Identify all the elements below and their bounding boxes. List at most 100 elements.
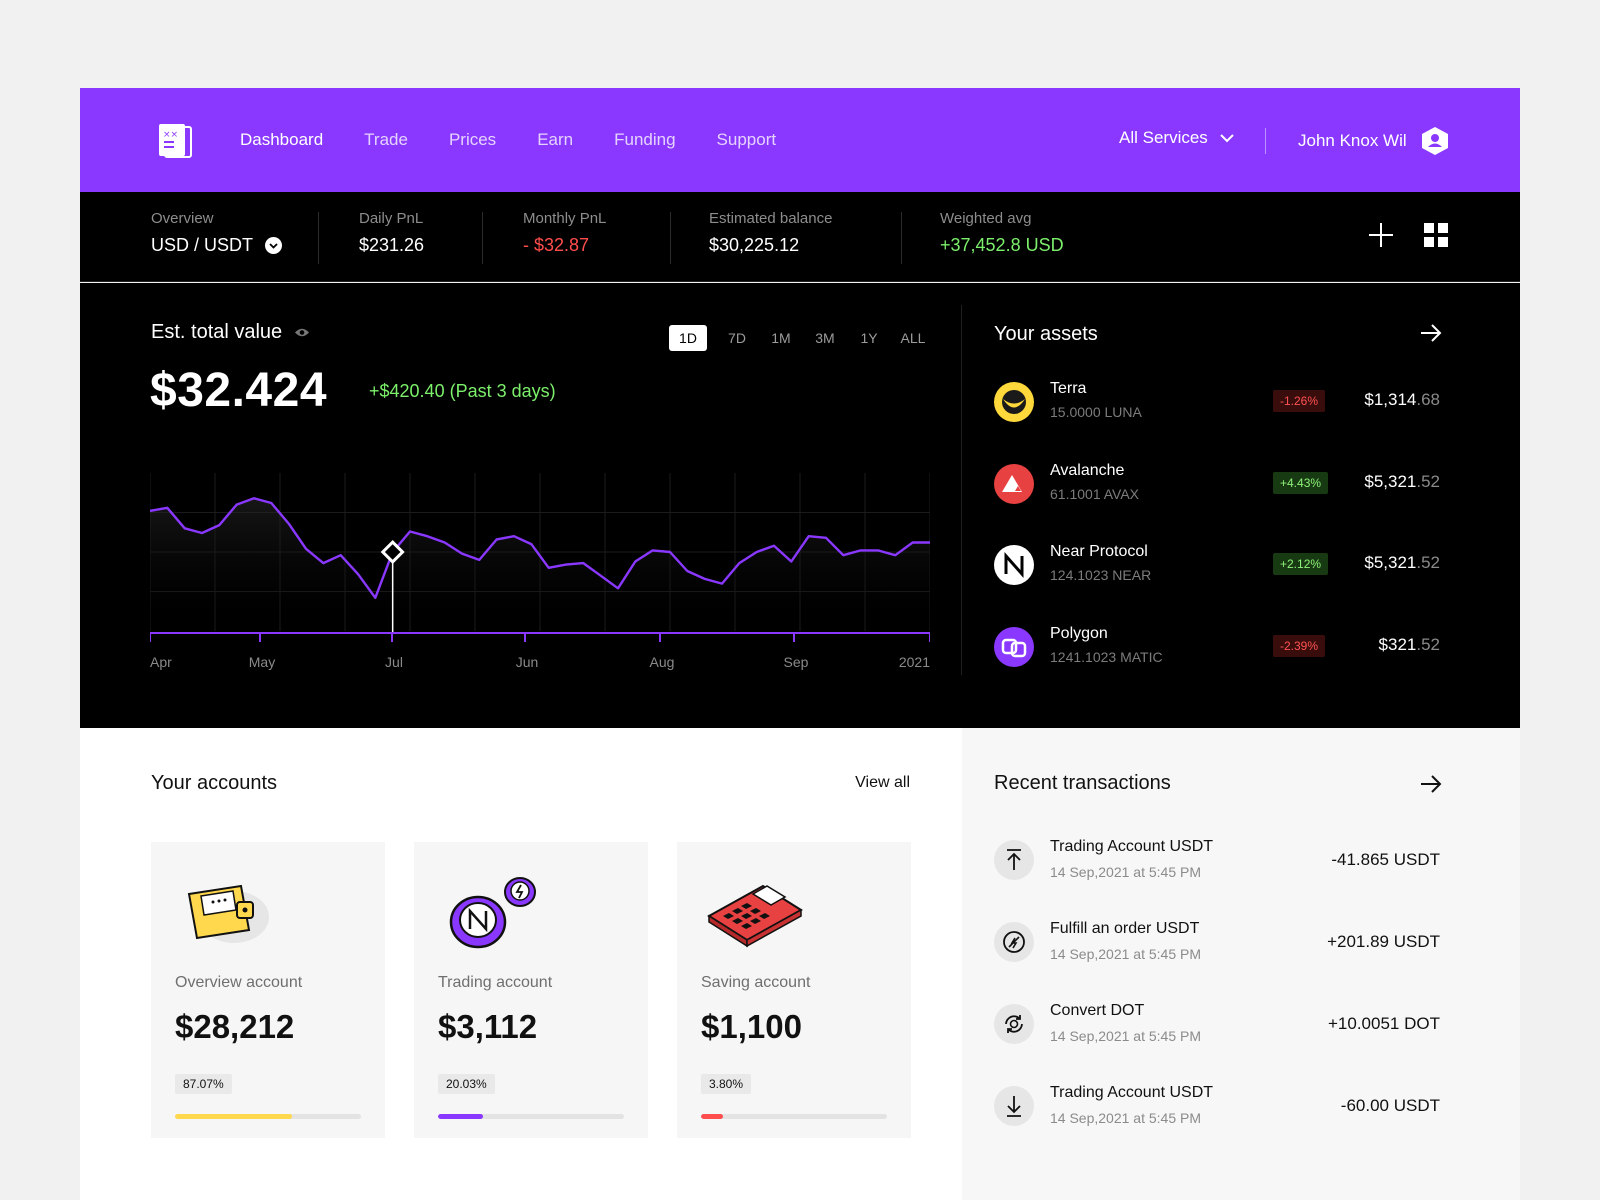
- asset-name: Polygon: [1050, 625, 1108, 642]
- stat-weighted-value: +37,452.8 USD: [940, 235, 1064, 255]
- transaction-name: Trading Account USDT: [1050, 838, 1214, 855]
- panel-divider: [961, 305, 962, 675]
- transaction-date: 14 Sep,2021 at 5:45 PM: [1050, 864, 1201, 880]
- range-1y[interactable]: 1Y: [847, 325, 891, 351]
- asset-holding: 61.1001 AVAX: [1050, 486, 1139, 502]
- overview-panel: Est. total value $32.424 +$420.40 (Past …: [80, 283, 1520, 728]
- transaction-amount: +10.0051 DOT: [1328, 1014, 1440, 1033]
- user-name: John Knox Wil: [1298, 131, 1407, 150]
- asset-change-badge: -2.39%: [1273, 635, 1326, 657]
- asset-amount: $1,314.68: [1364, 390, 1440, 410]
- transaction-row[interactable]: Fulfill an order USDT 14 Sep,2021 at 5:4…: [994, 920, 1440, 970]
- range-1d[interactable]: 1D: [669, 325, 707, 351]
- view-all-link[interactable]: View all: [855, 774, 910, 792]
- account-progress-fill: [175, 1114, 293, 1119]
- stat-weighted-label: Weighted avg: [940, 210, 1032, 227]
- currency-select[interactable]: USD / USDT: [151, 235, 283, 256]
- upload-icon: [994, 840, 1034, 880]
- nav-item-dashboard[interactable]: Dashboard: [240, 130, 323, 150]
- download-icon: [994, 1086, 1034, 1126]
- stat-daily-value: $231.26: [359, 235, 425, 255]
- top-nav: ×× Dashboard Trade Prices Earn Funding S…: [80, 88, 1520, 192]
- total-value: $32.424: [150, 364, 328, 417]
- asset-change-badge: +2.12%: [1273, 553, 1329, 575]
- accounts-section: Your accounts View all Overview account …: [80, 728, 962, 1200]
- terra-icon: [994, 382, 1034, 422]
- range-3m[interactable]: 3M: [803, 325, 847, 351]
- avalanche-icon: [994, 464, 1034, 504]
- user-avatar-icon: [1421, 127, 1448, 155]
- stats-actions: [1368, 222, 1448, 248]
- asset-row-terra[interactable]: Terra 15.0000 LUNA -1.26% $1,314.68: [994, 378, 1440, 428]
- assets-title: Your assets: [994, 323, 1098, 345]
- asset-name: Near Protocol: [1050, 543, 1148, 560]
- range-7d[interactable]: 7D: [715, 325, 759, 351]
- logo-icon[interactable]: ××: [156, 121, 194, 159]
- chart-x-tick-label: Jun: [516, 654, 539, 670]
- asset-amount-int: $321: [1378, 635, 1417, 654]
- asset-amount: $5,321.52: [1364, 553, 1440, 573]
- account-progress: [701, 1114, 887, 1119]
- asset-amount-int: $1,314: [1364, 390, 1417, 409]
- polygon-icon: [994, 627, 1034, 667]
- transaction-date: 14 Sep,2021 at 5:45 PM: [1050, 1110, 1201, 1126]
- user-menu[interactable]: John Knox Wil: [1298, 126, 1449, 156]
- add-icon[interactable]: [1368, 222, 1394, 248]
- transaction-row[interactable]: Trading Account USDT 14 Sep,2021 at 5:45…: [994, 1084, 1440, 1134]
- nav-item-earn[interactable]: Earn: [537, 130, 573, 150]
- range-1m[interactable]: 1M: [759, 325, 803, 351]
- stat-overview-label: Overview: [151, 210, 214, 227]
- order-icon: [994, 922, 1034, 962]
- stat-daily-pnl: Daily PnL $231.26: [359, 210, 424, 256]
- transaction-date: 14 Sep,2021 at 5:45 PM: [1050, 1028, 1201, 1044]
- account-card-saving[interactable]: Saving account $1,100 3.80%: [677, 842, 911, 1138]
- grid-icon[interactable]: [1424, 223, 1448, 247]
- nav-menu: Dashboard Trade Prices Earn Funding Supp…: [240, 88, 776, 192]
- transaction-name: Convert DOT: [1050, 1002, 1145, 1019]
- arrow-right-icon[interactable]: [1420, 774, 1442, 799]
- total-value-title: Est. total value: [151, 321, 310, 344]
- account-label: Saving account: [701, 974, 811, 991]
- asset-holding: 1241.1023 MATIC: [1050, 649, 1163, 665]
- chart-x-tick-label: Aug: [650, 654, 675, 670]
- asset-row-avalanche[interactable]: Avalanche 61.1001 AVAX +4.43% $5,321.52: [994, 460, 1440, 510]
- asset-row-near[interactable]: Near Protocol 124.1023 NEAR +2.12% $5,32…: [994, 541, 1440, 591]
- account-value: $3,112: [438, 1008, 538, 1045]
- account-percent: 87.07%: [175, 1074, 232, 1094]
- calculator-illustration: [707, 884, 803, 948]
- range-all[interactable]: ALL: [891, 325, 935, 351]
- nav-item-support[interactable]: Support: [717, 130, 777, 150]
- account-card-trading[interactable]: Trading account $3,112 20.03%: [414, 842, 648, 1138]
- chart-x-tick-label: Apr: [150, 654, 172, 670]
- transaction-row[interactable]: Convert DOT 14 Sep,2021 at 5:45 PM +10.0…: [994, 1002, 1440, 1052]
- transaction-row[interactable]: Trading Account USDT 14 Sep,2021 at 5:45…: [994, 838, 1440, 888]
- all-services-dropdown[interactable]: All Services: [1119, 128, 1234, 148]
- currency-value: USD / USDT: [151, 235, 254, 255]
- chevron-down-icon: [1220, 133, 1234, 142]
- dashboard-frame: ×× Dashboard Trade Prices Earn Funding S…: [80, 88, 1520, 1200]
- asset-amount-int: $5,321: [1364, 472, 1417, 491]
- account-progress-fill: [438, 1114, 483, 1119]
- stat-balance-value: $30,225.12: [709, 235, 800, 255]
- nav-item-prices[interactable]: Prices: [449, 130, 496, 150]
- nav-item-funding[interactable]: Funding: [614, 130, 675, 150]
- asset-amount-dec: .52: [1416, 553, 1440, 572]
- account-card-overview[interactable]: Overview account $28,212 87.07%: [151, 842, 385, 1138]
- account-percent: 20.03%: [438, 1074, 495, 1094]
- account-value: $28,212: [175, 1008, 295, 1045]
- chevron-down-icon: [265, 237, 283, 254]
- asset-change-badge: -1.26%: [1273, 390, 1326, 412]
- eye-icon[interactable]: [294, 327, 310, 338]
- asset-holding: 124.1023 NEAR: [1050, 567, 1152, 583]
- accounts-title: Your accounts: [151, 772, 278, 794]
- transaction-amount: -60.00 USDT: [1340, 1096, 1440, 1115]
- transaction-amount: -41.865 USDT: [1331, 850, 1440, 869]
- account-progress-fill: [701, 1114, 724, 1119]
- stats-bar: Overview USD / USDT Daily PnL $231.26 Mo…: [80, 192, 1520, 282]
- asset-amount-int: $5,321: [1364, 553, 1417, 572]
- stat-monthly-pnl: Monthly PnL - $32.87: [523, 210, 606, 256]
- nav-item-trade[interactable]: Trade: [364, 130, 408, 150]
- asset-row-polygon[interactable]: Polygon 1241.1023 MATIC -2.39% $321.52: [994, 623, 1440, 673]
- account-progress: [175, 1114, 361, 1119]
- arrow-right-icon[interactable]: [1420, 323, 1442, 348]
